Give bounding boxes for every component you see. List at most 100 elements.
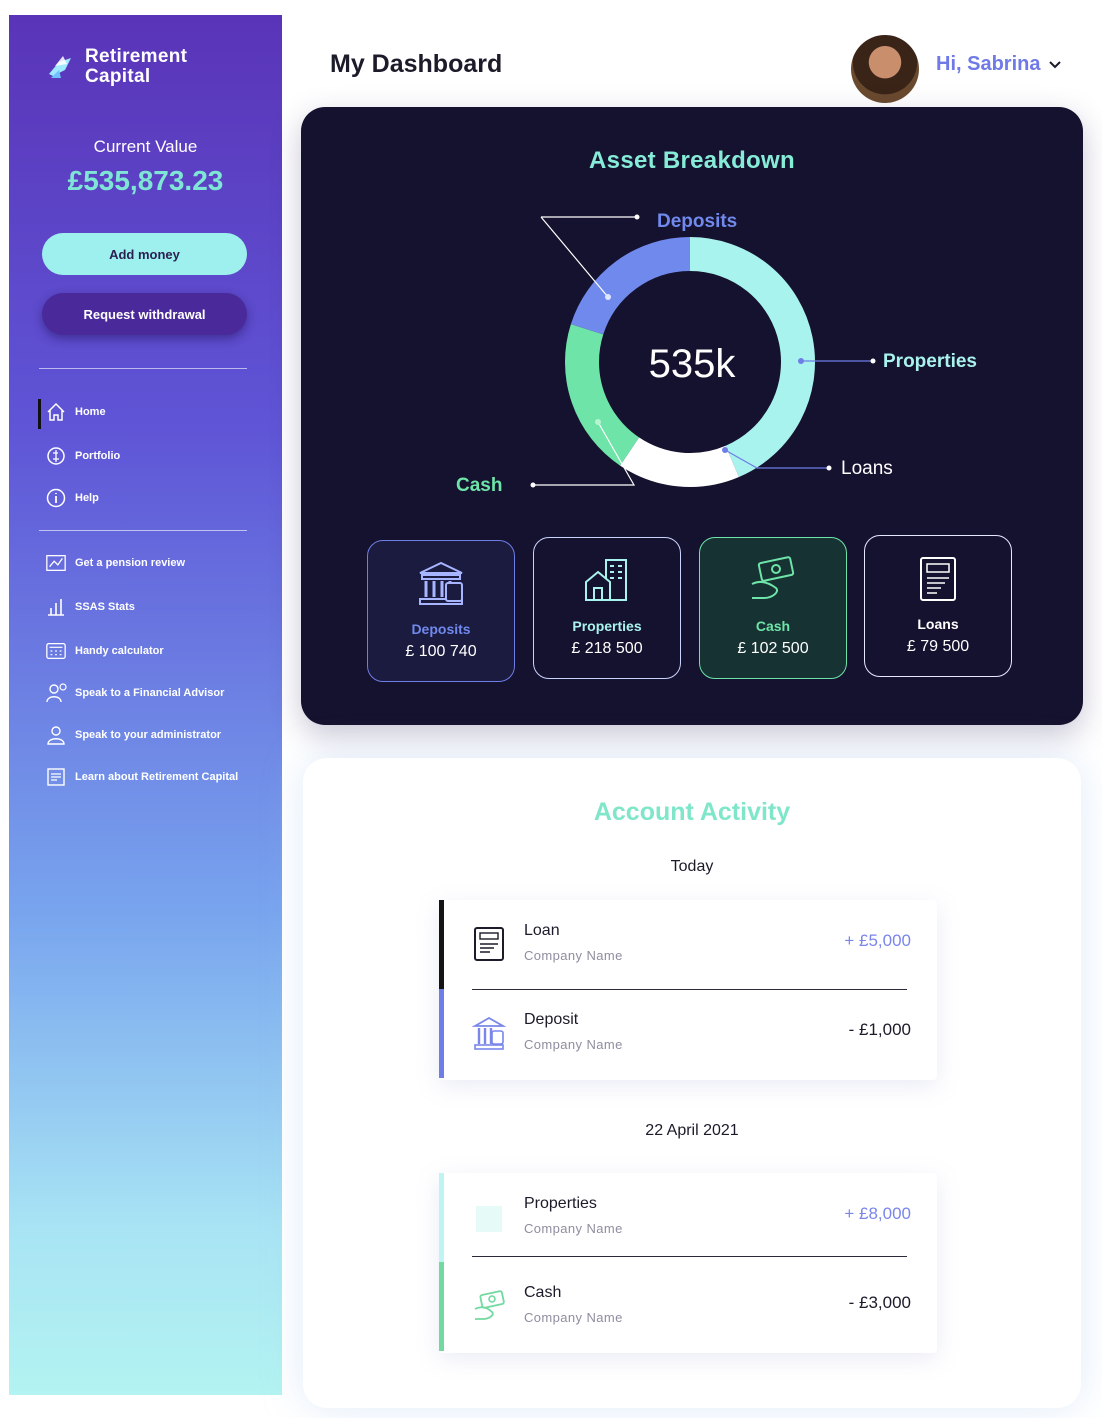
page-title: My Dashboard xyxy=(330,50,503,78)
transaction-row[interactable]: Properties Company Name + £8,000 xyxy=(439,1173,937,1262)
sidebar-divider xyxy=(39,368,247,369)
tile-value: £ 79 500 xyxy=(906,638,970,655)
transaction-color-bar xyxy=(439,900,444,989)
donut-center-label: 535k xyxy=(649,342,737,386)
nav-active-indicator xyxy=(38,399,41,429)
transaction-group: Properties Company Name + £8,000 Cash Co… xyxy=(439,1173,937,1353)
transaction-amount: + £8,000 xyxy=(844,1204,911,1223)
cash-icon xyxy=(474,1290,505,1320)
tile-label: Cash xyxy=(755,618,791,634)
nav-item-home[interactable]: Home xyxy=(45,401,106,423)
nav-label-portfolio: Portfolio xyxy=(75,450,121,462)
greeting-text: Hi, Sabrina xyxy=(936,53,1041,75)
tile-loans[interactable]: Loans £ 79 500 xyxy=(864,535,1012,677)
nav-item-portfolio[interactable]: Portfolio xyxy=(45,445,120,467)
link-label: SSAS Stats xyxy=(75,601,135,613)
sidebar-divider xyxy=(39,530,247,531)
home-icon xyxy=(45,401,67,423)
brand-name-line2: Capital xyxy=(85,66,151,87)
brand-name-line1: Retirement xyxy=(85,46,188,67)
learn-icon xyxy=(45,766,67,788)
property-icon xyxy=(476,1206,502,1232)
asset-breakdown-card: Asset Breakdown 535k Deposits Properties… xyxy=(301,107,1083,725)
transaction-name: Deposit xyxy=(524,1011,579,1028)
transaction-row[interactable]: Deposit Company Name - £1,000 xyxy=(439,989,937,1078)
avatar[interactable] xyxy=(851,35,919,103)
nav-item-help[interactable]: Help xyxy=(45,487,99,509)
transaction-company: Company Name xyxy=(524,1310,623,1325)
nav-label-help: Help xyxy=(75,492,99,504)
link-label: Speak to your administrator xyxy=(75,729,222,741)
cash-icon xyxy=(751,556,795,599)
date-heading: Today xyxy=(670,858,714,875)
transaction-name: Cash xyxy=(524,1284,562,1301)
transaction-company: Company Name xyxy=(524,948,623,963)
tile-value: £ 100 740 xyxy=(405,643,477,660)
date-heading: 22 April 2021 xyxy=(645,1122,739,1139)
donut-segment-loans xyxy=(620,437,739,487)
tile-cash[interactable]: Cash £ 102 500 xyxy=(699,537,847,679)
asset-donut-chart: 535k Deposits Properties Loans Cash xyxy=(456,211,977,496)
tile-properties[interactable]: Properties £ 218 500 xyxy=(533,537,681,679)
stats-icon xyxy=(45,596,67,618)
transaction-amount: - £1,000 xyxy=(848,1020,911,1039)
loans-label: Loans xyxy=(841,458,893,479)
sidebar: Retirement Capital Current Value £535,87… xyxy=(9,15,282,1395)
tile-label: Properties xyxy=(572,618,642,634)
current-value: £535,873.23 xyxy=(67,165,224,196)
transaction-company: Company Name xyxy=(524,1221,623,1236)
tile-value: £ 218 500 xyxy=(571,640,643,657)
account-activity-title: Account Activity xyxy=(593,798,791,826)
transaction-amount: - £3,000 xyxy=(848,1293,911,1312)
transaction-name: Properties xyxy=(524,1195,597,1212)
link-learn-about[interactable]: Learn about Retirement Capital xyxy=(45,766,238,788)
link-ssas-stats[interactable]: SSAS Stats xyxy=(45,596,135,618)
administrator-icon xyxy=(45,724,67,746)
transaction-amount: + £5,000 xyxy=(844,931,911,950)
properties-label: Properties xyxy=(883,351,977,372)
help-icon xyxy=(45,487,67,509)
brand[interactable]: Retirement Capital xyxy=(45,47,187,87)
link-pension-review[interactable]: Get a pension review xyxy=(45,552,185,574)
pension-review-icon xyxy=(45,552,67,574)
portfolio-icon xyxy=(45,445,67,467)
transaction-color-bar xyxy=(439,1262,444,1351)
loan-icon xyxy=(474,927,504,961)
tile-deposits[interactable]: Deposits £ 100 740 xyxy=(367,540,515,682)
transaction-company: Company Name xyxy=(524,1037,623,1052)
link-label: Handy calculator xyxy=(75,645,164,657)
donut-segment-cash xyxy=(565,324,640,466)
link-administrator[interactable]: Speak to your administrator xyxy=(45,724,221,746)
loan-document-icon xyxy=(920,557,956,601)
request-withdrawal-button[interactable]: Request withdrawal xyxy=(42,293,247,335)
nav-label-home: Home xyxy=(75,406,106,418)
user-menu[interactable]: Hi, Sabrina xyxy=(936,53,1062,76)
transaction-name: Loan xyxy=(524,922,560,939)
calculator-icon xyxy=(45,640,67,662)
link-handy-calculator[interactable]: Handy calculator xyxy=(45,640,164,662)
advisor-icon xyxy=(45,682,67,704)
deposits-label: Deposits xyxy=(657,211,737,232)
link-label: Speak to a Financial Advisor xyxy=(75,687,225,699)
transaction-divider xyxy=(472,1256,907,1257)
transaction-color-bar xyxy=(439,989,444,1078)
link-label: Get a pension review xyxy=(75,557,186,569)
current-value-label: Current Value xyxy=(93,137,198,156)
add-money-button[interactable]: Add money xyxy=(42,233,247,275)
account-activity-card: Account Activity Today Loan Company Name… xyxy=(303,758,1081,1408)
transaction-color-bar xyxy=(439,1173,444,1262)
transaction-group: Loan Company Name + £5,000 Deposit Compa… xyxy=(439,900,937,1080)
donut-segment-deposits xyxy=(570,237,691,335)
transaction-row[interactable]: Loan Company Name + £5,000 xyxy=(439,900,937,989)
chevron-down-icon xyxy=(1049,60,1062,68)
tile-label: Loans xyxy=(917,616,959,632)
brand-logo-icon xyxy=(49,56,71,78)
transaction-row[interactable]: Cash Company Name - £3,000 xyxy=(439,1262,937,1351)
buildings-icon xyxy=(585,559,627,601)
bank-icon xyxy=(419,561,463,605)
tile-label: Deposits xyxy=(411,621,471,637)
tile-value: £ 102 500 xyxy=(737,640,809,657)
cash-label: Cash xyxy=(456,475,502,496)
link-financial-advisor[interactable]: Speak to a Financial Advisor xyxy=(45,682,224,704)
deposit-icon xyxy=(472,1016,506,1050)
